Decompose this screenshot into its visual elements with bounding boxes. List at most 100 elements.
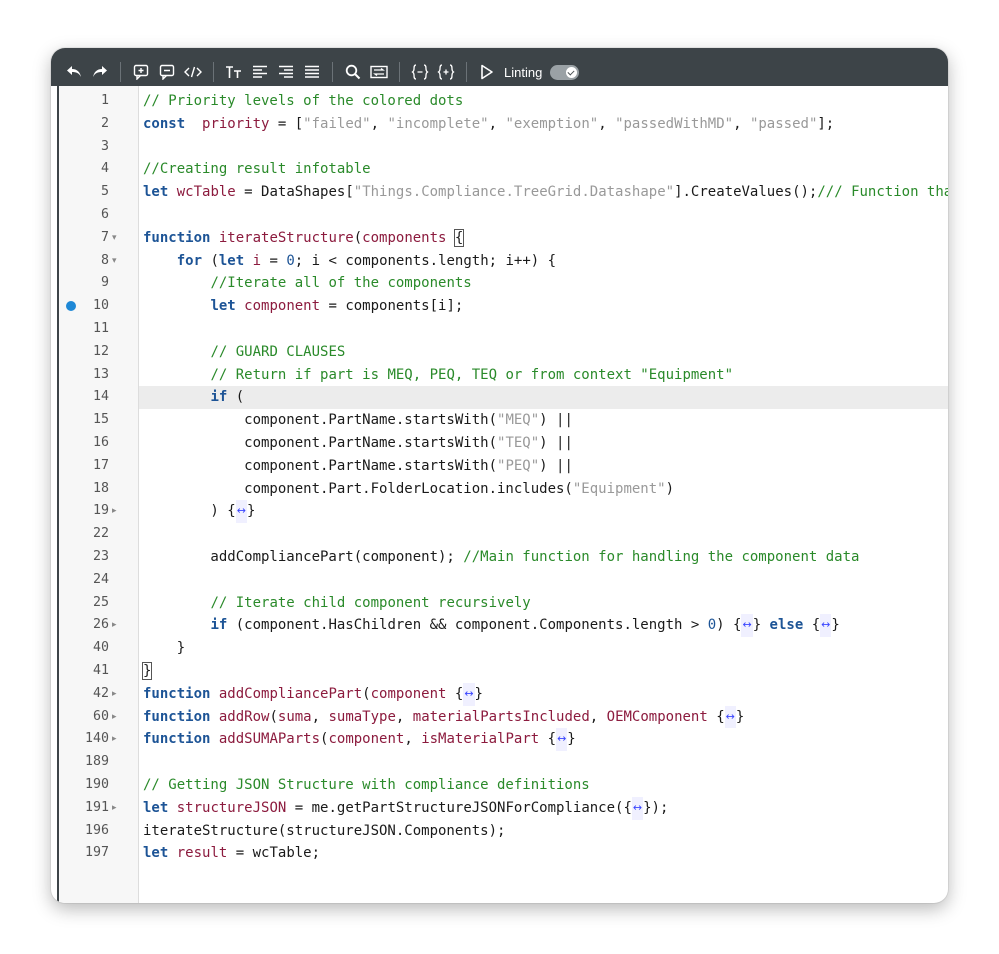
code-line[interactable]: 8 ▾ for (let i = 0; i < components.length…: [51, 250, 948, 273]
code-text[interactable]: // Priority levels of the colored dots: [139, 90, 948, 113]
justify-icon[interactable]: [299, 60, 324, 84]
code-line[interactable]: 6: [51, 204, 948, 227]
comment-icon[interactable]: [154, 60, 179, 84]
run-icon[interactable]: [474, 60, 499, 84]
code-text[interactable]: if (: [139, 386, 948, 410]
code-line[interactable]: 41}: [51, 660, 948, 683]
code-text[interactable]: let structureJSON = me.getPartStructureJ…: [139, 796, 948, 820]
code-line[interactable]: 190 // Getting JSON Structure with compli…: [51, 774, 948, 797]
code-text[interactable]: }: [139, 637, 948, 660]
code-line[interactable]: 11: [51, 318, 948, 341]
code-text[interactable]: addCompliancePart(component); //Main fun…: [139, 546, 948, 569]
code-text[interactable]: // GUARD CLAUSES: [139, 341, 948, 364]
code-text[interactable]: let result = wcTable;: [139, 842, 948, 865]
code-line[interactable]: 17 component.PartName.startsWith("PEQ") …: [51, 455, 948, 478]
redo-icon[interactable]: [87, 60, 112, 84]
code-tag-icon[interactable]: [180, 60, 205, 84]
folded-code-marker[interactable]: ↔: [631, 796, 644, 820]
align-right-icon[interactable]: [273, 60, 298, 84]
code-line[interactable]: 26 ▸ if (component.HasChildren && compone…: [51, 614, 948, 638]
code-line[interactable]: 24: [51, 569, 948, 592]
code-line[interactable]: 14 if (: [51, 386, 948, 410]
text-size-icon[interactable]: [221, 60, 246, 84]
fold-open-icon[interactable]: ▾: [112, 227, 122, 250]
fold-closed-icon[interactable]: ▸: [112, 500, 122, 523]
code-line[interactable]: 25 // Iterate child component recursivel…: [51, 592, 948, 615]
code-text[interactable]: [139, 569, 948, 592]
code-line[interactable]: 3: [51, 136, 948, 159]
code-text[interactable]: //Iterate all of the components: [139, 272, 948, 295]
code-line[interactable]: 140 ▸ function addSUMAParts(component, isM…: [51, 728, 948, 752]
fold-closed-icon[interactable]: ▸: [112, 614, 122, 637]
code-line[interactable]: 191 ▸ let structureJSON = me.getPartStruct…: [51, 796, 948, 820]
replace-icon[interactable]: [366, 60, 391, 84]
code-line[interactable]: 9 //Iterate all of the components: [51, 272, 948, 295]
code-line[interactable]: 189: [51, 751, 948, 774]
code-text[interactable]: if (component.HasChildren && component.C…: [139, 614, 948, 638]
code-line[interactable]: 12 // GUARD CLAUSES: [51, 341, 948, 364]
linting-toggle[interactable]: [550, 64, 580, 80]
code-line[interactable]: 13 // Return if part is MEQ, PEQ, TEQ or…: [51, 364, 948, 387]
folded-code-marker[interactable]: ↔: [556, 728, 568, 752]
code-text[interactable]: let component = components[i];: [139, 295, 948, 318]
search-icon[interactable]: [340, 60, 365, 84]
code-line[interactable]: 196 iterateStructure(structureJSON.Compon…: [51, 820, 948, 843]
code-line[interactable]: 40 }: [51, 637, 948, 660]
code-text[interactable]: //Creating result infotable: [139, 158, 948, 181]
code-text[interactable]: iterateStructure(structureJSON.Component…: [139, 820, 948, 843]
code-line[interactable]: 1 // Priority levels of the colored dots: [51, 90, 948, 113]
code-text[interactable]: [139, 751, 948, 774]
add-comment-icon[interactable]: [128, 60, 153, 84]
code-line[interactable]: 5 let wcTable = DataShapes["Things.Compli…: [51, 181, 948, 204]
align-left-icon[interactable]: [247, 60, 272, 84]
code-text[interactable]: // Getting JSON Structure with complianc…: [139, 774, 948, 797]
folded-code-marker[interactable]: ↔: [724, 705, 736, 729]
code-line[interactable]: 2 const priority = ["failed", "incomplete…: [51, 113, 948, 136]
code-text[interactable]: const priority = ["failed", "incomplete"…: [139, 113, 948, 136]
code-line[interactable]: 23 addCompliancePart(component); //Main …: [51, 546, 948, 569]
code-text[interactable]: component.PartName.startsWith("TEQ") ||: [139, 432, 948, 455]
code-line[interactable]: 19 ▸ ) {↔}: [51, 500, 948, 524]
code-line[interactable]: 15 component.PartName.startsWith("MEQ") …: [51, 409, 948, 432]
code-text[interactable]: }: [139, 660, 948, 683]
folded-code-marker[interactable]: ↔: [741, 614, 753, 638]
code-line[interactable]: 22: [51, 523, 948, 546]
code-text[interactable]: ) {↔}: [139, 500, 948, 524]
code-text[interactable]: // Return if part is MEQ, PEQ, TEQ or fr…: [139, 364, 948, 387]
fold-open-icon[interactable]: ▾: [112, 250, 122, 273]
code-text[interactable]: component.Part.FolderLocation.includes("…: [139, 478, 948, 501]
code-token: priority: [202, 115, 270, 132]
code-editor[interactable]: 1 // Priority levels of the colored dots 2…: [51, 86, 948, 903]
code-text[interactable]: let wcTable = DataShapes["Things.Complia…: [139, 181, 948, 204]
code-line[interactable]: 10 let component = components[i];: [51, 295, 948, 318]
undo-icon[interactable]: [61, 60, 86, 84]
code-text[interactable]: function addSUMAParts(component, isMater…: [139, 728, 948, 752]
code-line[interactable]: 7 ▾ function iterateStructure(components {: [51, 227, 948, 250]
code-line[interactable]: 18 component.Part.FolderLocation.include…: [51, 478, 948, 501]
code-text[interactable]: function addCompliancePart(component {↔}: [139, 682, 948, 706]
code-line[interactable]: 197 let result = wcTable;: [51, 842, 948, 865]
fold-closed-icon[interactable]: ▸: [112, 706, 122, 729]
unfold-braces-icon[interactable]: [433, 60, 458, 84]
code-text[interactable]: for (let i = 0; i < components.length; i…: [139, 250, 948, 273]
code-line[interactable]: 42 ▸ function addCompliancePart(component …: [51, 682, 948, 706]
code-line[interactable]: 4 //Creating result infotable: [51, 158, 948, 181]
code-text[interactable]: function addRow(suma, sumaType, material…: [139, 705, 948, 729]
code-text[interactable]: function iterateStructure(components {: [139, 227, 948, 250]
code-text[interactable]: component.PartName.startsWith("MEQ") ||: [139, 409, 948, 432]
code-text[interactable]: // Iterate child component recursively: [139, 592, 948, 615]
code-line[interactable]: 60 ▸ function addRow(suma, sumaType, mater…: [51, 705, 948, 729]
folded-code-marker[interactable]: ↔: [820, 614, 832, 638]
fold-closed-icon[interactable]: ▸: [112, 728, 122, 751]
code-text[interactable]: [139, 318, 948, 341]
folded-code-marker[interactable]: ↔: [463, 682, 475, 706]
code-line[interactable]: 16 component.PartName.startsWith("TEQ") …: [51, 432, 948, 455]
fold-closed-icon[interactable]: ▸: [112, 797, 122, 820]
code-text[interactable]: [139, 136, 948, 159]
folded-code-marker[interactable]: ↔: [235, 500, 247, 524]
code-text[interactable]: [139, 523, 948, 546]
fold-braces-icon[interactable]: [407, 60, 432, 84]
fold-closed-icon[interactable]: ▸: [112, 683, 122, 706]
code-text[interactable]: [139, 204, 948, 227]
code-text[interactable]: component.PartName.startsWith("PEQ") ||: [139, 455, 948, 478]
